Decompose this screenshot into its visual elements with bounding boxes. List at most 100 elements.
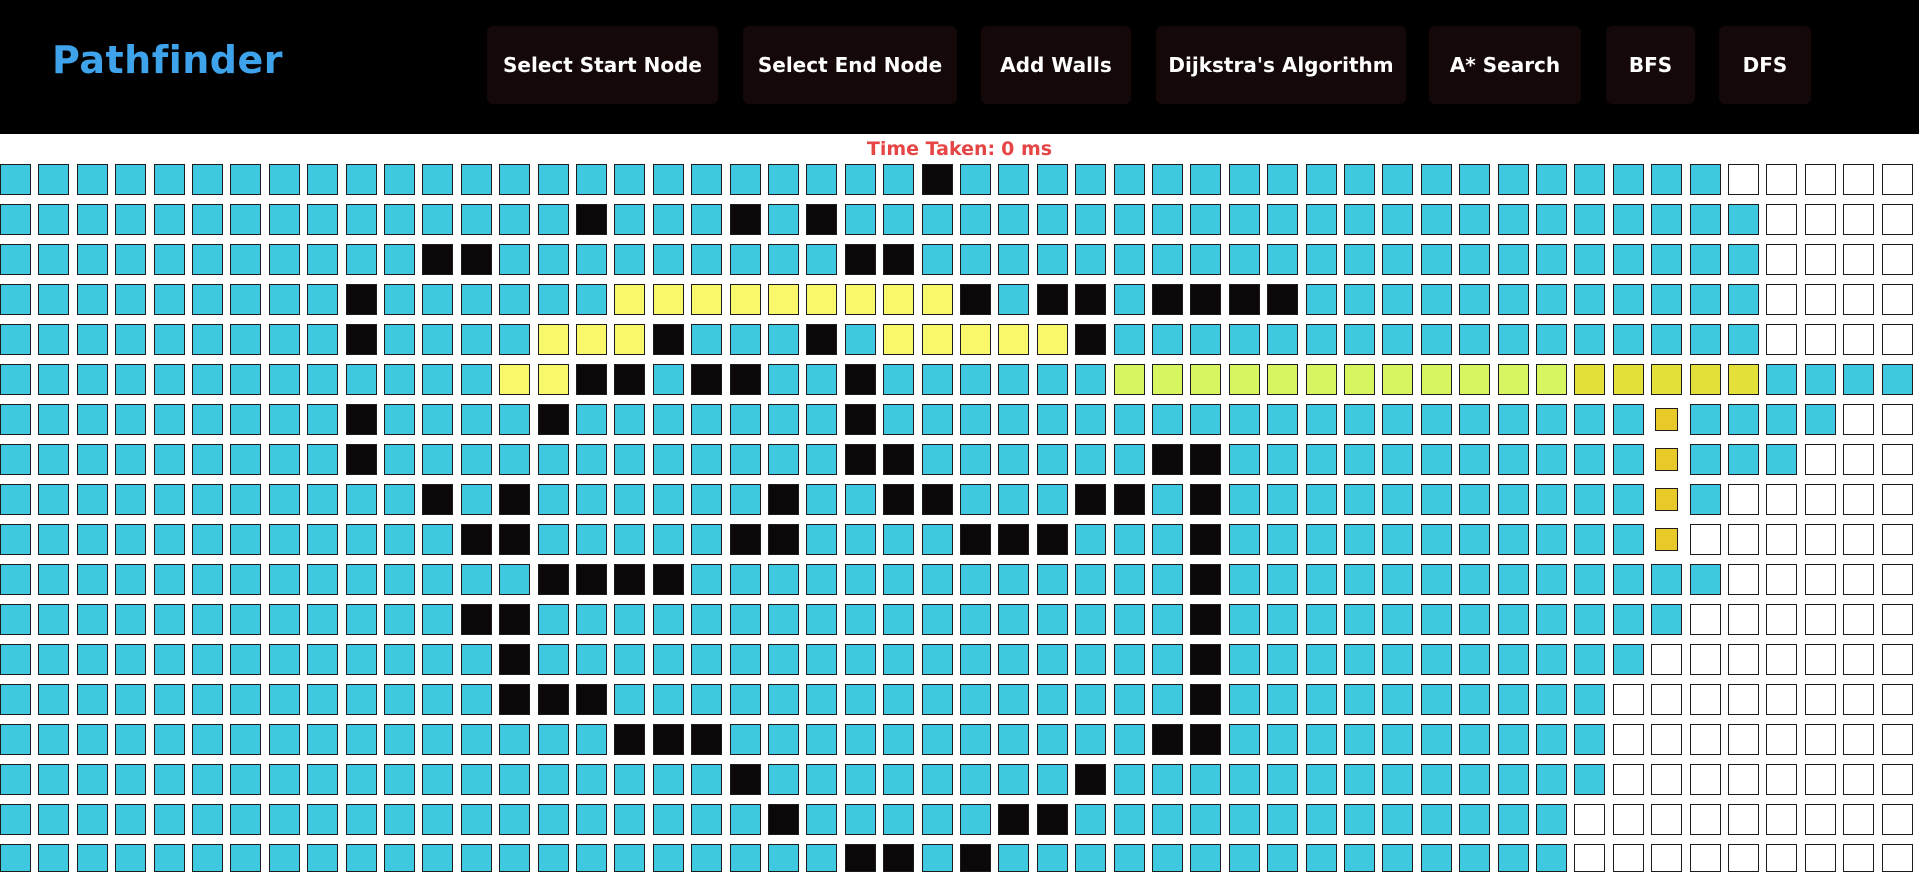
grid-cell-visited[interactable] [1766,404,1798,435]
grid-cell-visited[interactable] [115,804,147,835]
grid-cell-wall[interactable] [345,444,377,475]
grid-cell-visited[interactable] [384,844,415,872]
grid-cell-visited[interactable] [652,204,684,235]
grid-cell-visited[interactable] [153,204,185,235]
grid-cell-wall[interactable] [1190,684,1222,715]
dfs-button[interactable]: DFS [1719,26,1811,104]
grid-cell-visited[interactable] [1344,284,1375,315]
grid-cell-visited[interactable] [422,524,454,555]
grid-cell-visited[interactable] [384,244,415,275]
grid-cell-visited[interactable] [1113,164,1145,195]
grid-cell-unvisited[interactable] [1728,684,1759,715]
grid-cell-unvisited[interactable] [1843,844,1875,872]
grid-cell-visited[interactable] [76,804,108,835]
grid-cell-visited[interactable] [921,204,953,235]
grid-cell-visited[interactable] [0,324,31,355]
grid-cell-visited[interactable] [422,604,454,635]
grid-cell-visited[interactable] [1651,324,1683,355]
grid-cell-path[interactable] [1651,364,1683,395]
grid-cell-visited[interactable] [1036,844,1068,872]
grid-cell-wall[interactable] [499,644,531,675]
grid-cell-wall[interactable] [883,244,915,275]
grid-cell-visited[interactable] [192,284,223,315]
grid-cell-visited[interactable] [230,724,262,755]
grid-cell-visited[interactable] [1267,564,1299,595]
grid-cell-visited[interactable] [1459,844,1491,872]
grid-cell-visited[interactable] [422,324,454,355]
grid-cell-visited[interactable] [345,644,377,675]
grid-cell-visited[interactable] [1536,684,1567,715]
grid-cell-visited[interactable] [76,204,108,235]
grid-cell-unvisited[interactable] [1728,524,1759,555]
grid-cell-wall[interactable] [499,604,531,635]
grid-cell-visited[interactable] [1113,724,1145,755]
grid-cell-visited[interactable] [230,604,262,635]
grid-cell-unvisited[interactable] [1728,724,1759,755]
grid-cell-visited[interactable] [806,524,838,555]
grid-cell-unvisited[interactable] [1766,524,1798,555]
grid-cell-visited[interactable] [1190,324,1222,355]
grid-cell-visited[interactable] [1190,204,1222,235]
grid-cell-visited[interactable] [38,364,70,395]
grid-cell-visited[interactable] [729,644,761,675]
grid-cell-visited[interactable] [1612,164,1644,195]
grid-cell-unvisited[interactable] [1804,844,1836,872]
grid-cell-visited[interactable] [652,164,684,195]
grid-cell-visited[interactable] [1536,164,1567,195]
grid-cell-visited[interactable] [153,324,185,355]
grid-cell-visited[interactable] [1459,484,1491,515]
grid-cell-visited[interactable] [153,764,185,795]
grid-cell-visited[interactable] [268,684,300,715]
grid-cell-visited[interactable] [1113,684,1145,715]
grid-cell-visited[interactable] [384,684,415,715]
grid-cell-wall[interactable] [729,764,761,795]
grid-cell-visited[interactable] [1036,764,1068,795]
grid-cell-visited[interactable] [1382,684,1414,715]
grid-cell-visited[interactable] [1536,404,1567,435]
grid-cell-visited[interactable] [1228,724,1260,755]
grid-cell-visited[interactable] [1344,564,1375,595]
grid-cell-visited[interactable] [652,684,684,715]
grid-cell-visited[interactable] [1190,244,1222,275]
grid-cell-visited[interactable] [537,604,569,635]
grid-cell-visited[interactable] [153,724,185,755]
grid-cell-visited[interactable] [268,284,300,315]
grid-cell-visited[interactable] [1574,164,1606,195]
grid-cell-visited[interactable] [1228,684,1260,715]
grid-cell-visited[interactable] [1305,524,1337,555]
grid-cell-visited[interactable] [576,164,607,195]
grid-cell-visited[interactable] [960,484,991,515]
grid-cell-visited[interactable] [268,364,300,395]
grid-cell-visited[interactable] [1536,844,1567,872]
grid-cell-wall[interactable] [1190,524,1222,555]
grid-cell-visited[interactable] [384,404,415,435]
grid-cell-visited[interactable] [1344,764,1375,795]
grid-cell-visited[interactable] [1075,724,1107,755]
grid-cell-visited[interactable] [1113,604,1145,635]
grid-cell-visited[interactable] [883,764,915,795]
astar-search-button[interactable]: A* Search [1429,26,1581,104]
grid-cell-visited[interactable] [1228,764,1260,795]
grid-cell-visited[interactable] [115,404,147,435]
grid-cell-unvisited[interactable] [1843,684,1875,715]
grid-cell-wall[interactable] [806,324,838,355]
grid-cell-unvisited[interactable] [1881,484,1913,515]
grid-cell-visited[interactable] [1574,444,1606,475]
grid-cell-visited[interactable] [998,764,1030,795]
grid-cell-visited[interactable] [652,644,684,675]
grid-cell-unvisited[interactable] [1766,564,1798,595]
grid-cell-visited[interactable] [384,164,415,195]
grid-cell-visited[interactable] [76,364,108,395]
grid-cell-visited[interactable] [230,564,262,595]
grid-cell-visited[interactable] [921,724,953,755]
grid-cell-visited[interactable] [614,404,646,435]
grid-cell-unvisited[interactable] [1766,804,1798,835]
grid-cell-visited[interactable] [614,844,646,872]
grid-cell-visited[interactable] [998,244,1030,275]
grid-cell-visited[interactable] [1612,244,1644,275]
grid-cell-visited[interactable] [1305,684,1337,715]
grid-cell-visited[interactable] [268,164,300,195]
grid-cell-visited[interactable] [38,724,70,755]
grid-cell-visited[interactable] [1536,484,1567,515]
grid-cell-visited[interactable] [422,804,454,835]
